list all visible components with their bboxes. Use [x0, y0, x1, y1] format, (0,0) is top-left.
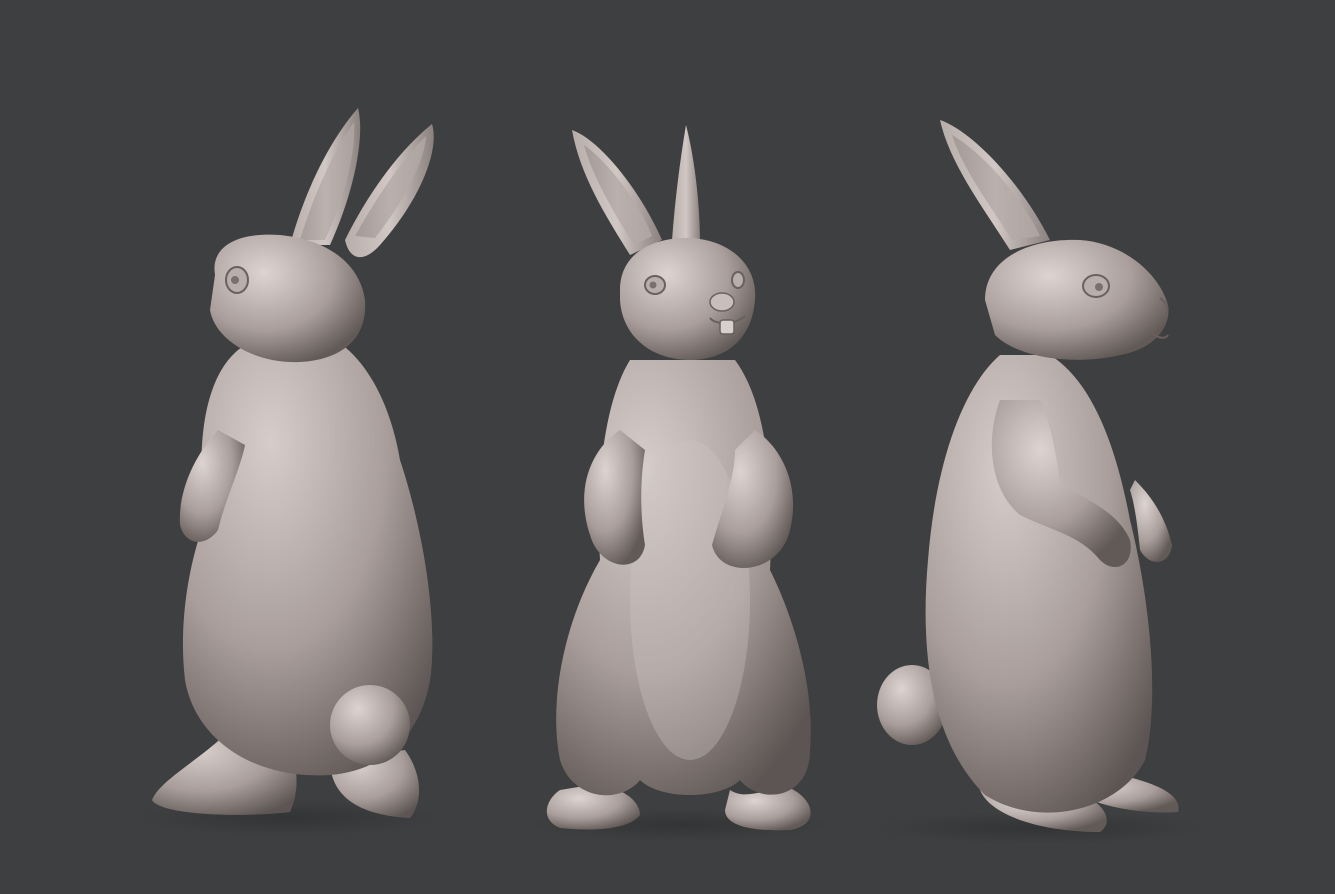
render-canvas [0, 0, 1335, 894]
ear-right [672, 125, 700, 245]
rabbit-front-view [530, 125, 830, 841]
rabbit-render [140, 108, 1205, 844]
arm-left [584, 430, 645, 565]
rabbit-side-view [875, 120, 1205, 844]
eye-right [731, 271, 745, 289]
head [620, 237, 756, 360]
head [985, 239, 1169, 360]
rabbit-back-view [140, 108, 440, 836]
pupil [1095, 283, 1103, 291]
tail [330, 685, 410, 765]
teeth [719, 319, 735, 335]
pupil [231, 276, 239, 284]
head [210, 234, 366, 363]
ear-near-inner [300, 122, 355, 240]
nose [709, 292, 735, 312]
pupil-left [649, 281, 657, 289]
